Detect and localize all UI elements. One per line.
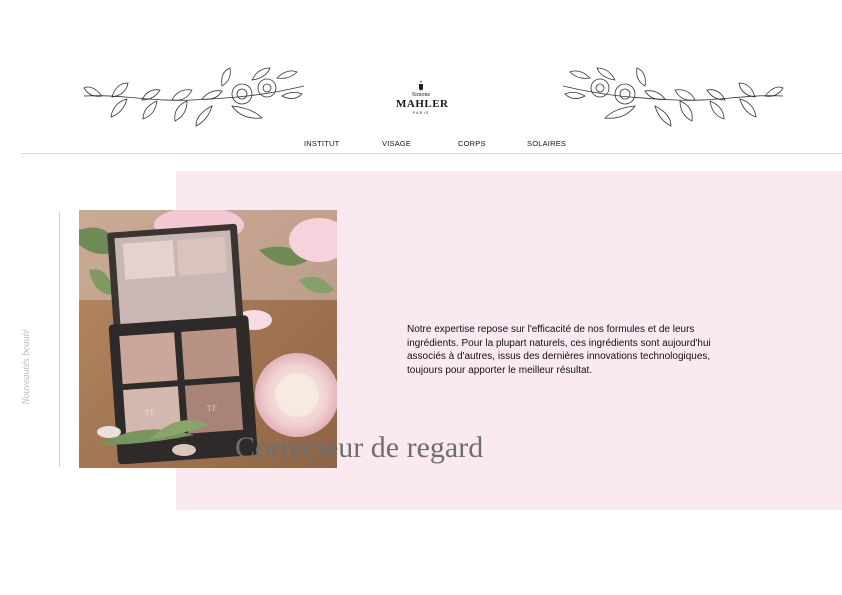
floral-branch-icon — [562, 67, 784, 127]
brand-city: PARIS — [412, 110, 430, 115]
side-divider — [59, 212, 60, 467]
nav-item-corps[interactable]: CORPS — [458, 139, 486, 148]
description-text: Notre expertise repose sur l'efficacité … — [407, 324, 711, 376]
svg-text:TF: TF — [144, 407, 155, 418]
page-title: Correcteur de regard — [235, 431, 484, 464]
nav-item-institut[interactable]: INSTITUT — [304, 139, 339, 148]
crest-icon — [419, 80, 423, 91]
header-divider — [21, 153, 842, 154]
site-header: Simone MAHLER PARIS INSTITUT VISAGE CORP… — [0, 0, 842, 154]
side-label: Nouveautés beauté — [21, 329, 32, 405]
svg-text:TF: TF — [206, 403, 217, 414]
floral-branch-icon — [83, 67, 305, 127]
brand-logo[interactable]: Simone MAHLER PARIS — [396, 80, 449, 120]
main-nav: INSTITUT VISAGE CORPS SOLAIRES — [0, 139, 842, 153]
brand-last-name: MAHLER — [396, 98, 449, 110]
nav-item-visage[interactable]: VISAGE — [382, 139, 411, 148]
nav-item-solaires[interactable]: SOLAIRES — [527, 139, 566, 148]
